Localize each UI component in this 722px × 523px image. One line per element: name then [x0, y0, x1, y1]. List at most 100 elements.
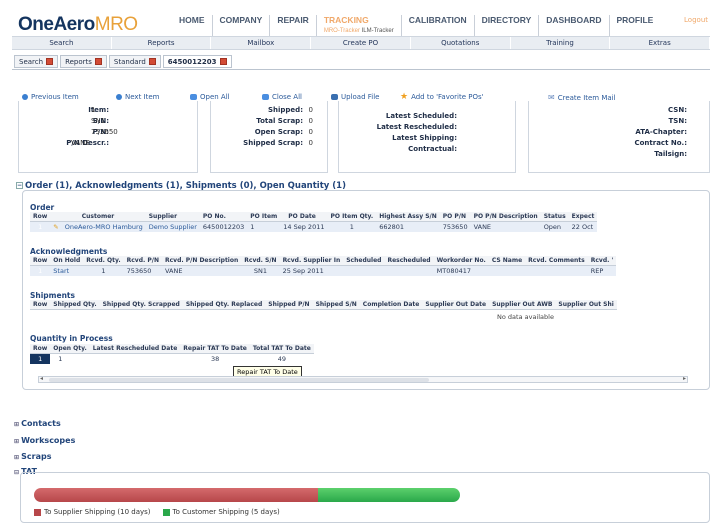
scrollbar-thumb[interactable] [49, 378, 429, 382]
logout-link[interactable]: Logout [684, 16, 708, 24]
scroll-left-icon[interactable]: ◂ [40, 375, 43, 382]
table-row[interactable]: 1 Start 1 753650 VANE SN1 25 Sep 2011 MT… [30, 265, 617, 276]
contacts-section-toggle[interactable]: ⊞ Contacts [14, 419, 61, 428]
col-header[interactable]: PO P/N Description [470, 212, 541, 222]
tab-reports[interactable]: Reports [60, 55, 107, 68]
col-header[interactable]: Open Qty. [50, 344, 90, 354]
close-icon[interactable] [219, 58, 227, 65]
col-header[interactable]: PO No. [199, 212, 248, 222]
tab-search[interactable]: Search [14, 55, 59, 68]
total-tat-cell: 49 [277, 355, 286, 363]
open-qty-cell: 1 [58, 355, 63, 363]
col-header[interactable]: Row [30, 300, 51, 310]
col-header[interactable]: Shipped Qty. [50, 300, 100, 310]
tab-standard[interactable]: Standard [108, 55, 161, 68]
col-header[interactable]: Customer [61, 212, 146, 222]
menu-extras[interactable]: Extras [610, 37, 711, 49]
row-number: 1 [30, 221, 51, 232]
nav-repair[interactable]: REPAIR [269, 15, 316, 37]
rcvd-comments-cell [525, 265, 588, 276]
col-header[interactable]: PO P/N [439, 212, 471, 222]
close-icon[interactable] [148, 58, 156, 65]
col-header[interactable]: Shipped Qty. Replaced [182, 300, 266, 310]
menu-search[interactable]: Search [12, 37, 112, 49]
col-header[interactable]: Status [540, 212, 569, 222]
col-header[interactable]: Expect [568, 212, 598, 222]
logo[interactable]: OneAeroMRO [18, 14, 138, 36]
menu-reports[interactable]: Reports [112, 37, 212, 49]
col-header[interactable]: Rcvd. ' [587, 256, 617, 266]
menu-training[interactable]: Training [511, 37, 611, 49]
tab-bar: Search Reports Standard 6450012203 [14, 55, 234, 68]
col-header[interactable]: Rcvd. P/N Description [162, 256, 242, 266]
col-header[interactable]: Shipped S/N [312, 300, 360, 310]
col-header[interactable]: Rcvd. Comments [525, 256, 588, 266]
scroll-right-icon[interactable]: ▸ [683, 375, 686, 382]
col-header[interactable]: PO Item Qty. [327, 212, 377, 222]
close-all-button[interactable]: Close All [262, 93, 302, 101]
close-icon[interactable] [46, 58, 54, 65]
col-header[interactable]: Row [30, 212, 51, 222]
col-header[interactable] [50, 212, 62, 222]
tsn-label: TSN: [668, 117, 687, 125]
col-header[interactable]: PO Item [247, 212, 281, 222]
latest-scheduled-label: Latest Scheduled: [385, 112, 457, 120]
workscopes-section-toggle[interactable]: ⊞ Workscopes [14, 436, 75, 445]
menu-quotations[interactable]: Quotations [411, 37, 511, 49]
scraps-section-toggle[interactable]: ⊞ Scraps [14, 452, 51, 461]
supplier-shipping-segment [34, 488, 318, 502]
col-header[interactable]: Rescheduled [384, 256, 434, 266]
total-scrap-value: 0 [308, 117, 313, 125]
col-header[interactable]: Row [30, 344, 51, 354]
upload-file-button[interactable]: Upload File [331, 93, 379, 101]
table-row[interactable]: 1 ✎ OneAero-MRO Hamburg Demo Supplier 64… [30, 221, 598, 232]
subnav-ilm-tracker[interactable]: ILM-Tracker [362, 28, 394, 34]
col-header[interactable]: Total TAT To Date [249, 344, 314, 354]
col-header[interactable]: Rcvd. P/N [123, 256, 162, 266]
nav-dashboard[interactable]: DASHBOARD [538, 15, 608, 37]
col-header[interactable]: Completion Date [359, 300, 423, 310]
col-header[interactable]: Rcvd. S/N [241, 256, 280, 266]
subnav-mro-tracker[interactable]: MRO-Tracker [324, 28, 360, 34]
nav-profile[interactable]: PROFILE [608, 15, 661, 37]
tab-po[interactable]: 6450012203 [162, 55, 232, 68]
pencil-icon[interactable]: ✎ [50, 221, 62, 232]
horizontal-scrollbar[interactable]: ◂ ▸ [38, 375, 688, 383]
col-header[interactable]: Latest Rescheduled Date [89, 344, 181, 354]
col-header[interactable]: Repair TAT To Date [180, 344, 250, 354]
col-header[interactable]: Shipped P/N [265, 300, 313, 310]
nav-tracking[interactable]: TRACKING MRO-Tracker ILM-Tracker [315, 15, 401, 37]
nav-calibration[interactable]: CALIBRATION [400, 15, 474, 37]
nav-home[interactable]: HOME [172, 15, 212, 37]
col-header[interactable]: On Hold [50, 256, 84, 266]
menu-create-po[interactable]: Create PO [311, 37, 411, 49]
latest-rescheduled-date-cell [90, 354, 181, 365]
add-favorite-label: Add to 'Favorite POs' [411, 93, 484, 101]
menu-mailbox[interactable]: Mailbox [211, 37, 312, 49]
col-header[interactable]: Shipped Qty. Scrapped [99, 300, 183, 310]
nav-directory[interactable]: DIRECTORY [473, 15, 539, 37]
close-icon[interactable] [94, 58, 102, 65]
col-header[interactable]: Scheduled [343, 256, 385, 266]
col-header[interactable]: Supplier Out Date [422, 300, 490, 310]
top-navigation: HOME COMPANY REPAIR TRACKING MRO-Tracker … [172, 15, 660, 37]
open-all-button[interactable]: Open All [190, 93, 230, 101]
previous-item-button[interactable]: Previous Item [22, 93, 79, 101]
col-header[interactable]: CS Name [488, 256, 526, 266]
col-header[interactable]: PO Date [280, 212, 328, 222]
col-header[interactable]: Supplier Out AWB [489, 300, 556, 310]
col-header[interactable]: Rcvd. Supplier In [279, 256, 344, 266]
col-header[interactable]: Workorder No. [433, 256, 489, 266]
col-header[interactable]: Row [30, 256, 51, 266]
col-header[interactable]: Highest Assy S/N [376, 212, 440, 222]
col-header[interactable]: Supplier [145, 212, 200, 222]
legend-swatch [34, 508, 41, 516]
next-item-button[interactable]: Next Item [116, 93, 159, 101]
nav-company[interactable]: COMPANY [211, 15, 270, 37]
order-table: Row Customer Supplier PO No. PO Item PO … [30, 212, 702, 232]
col-header[interactable]: Rcvd. Qty. [83, 256, 124, 266]
table-row[interactable]: 1 1 38 49 [30, 353, 314, 365]
col-header[interactable]: Supplier Out Shi [555, 300, 617, 310]
on-hold-cell[interactable]: Start [50, 265, 84, 276]
arrow-right-icon [116, 94, 122, 100]
